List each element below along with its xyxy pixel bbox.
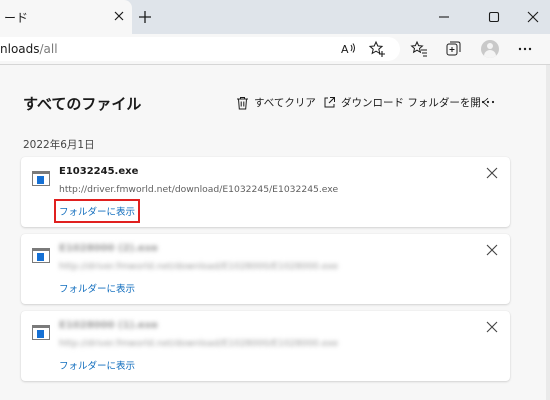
- tab-downloads[interactable]: ード: [0, 0, 132, 34]
- favorites-icon[interactable]: [410, 40, 428, 58]
- exe-file-icon: [32, 248, 50, 263]
- close-window-icon[interactable]: [525, 9, 541, 25]
- clear-all-button[interactable]: すべてクリア: [236, 95, 316, 110]
- svg-text:A: A: [341, 43, 349, 56]
- address-url[interactable]: nloads/all: [0, 42, 58, 56]
- close-icon[interactable]: [113, 10, 125, 22]
- show-in-folder-link[interactable]: フォルダーに表示: [59, 358, 135, 372]
- show-in-folder-link[interactable]: フォルダーに表示: [53, 199, 141, 223]
- close-icon[interactable]: [486, 244, 498, 256]
- close-icon[interactable]: [486, 321, 498, 333]
- scrollbar-track[interactable]: [546, 65, 550, 400]
- profile-icon[interactable]: [481, 40, 499, 58]
- download-item: E1028000 (2).exe http://driver.fmworld.n…: [21, 234, 510, 304]
- url-path: /all: [39, 42, 58, 56]
- download-url: http://driver.fmworld.net/download/E1028…: [59, 338, 339, 349]
- exe-file-icon: [32, 325, 50, 340]
- trash-icon: [237, 96, 248, 109]
- open-folder-label: ダウンロード フォルダーを開く: [341, 97, 492, 109]
- date-group-label: 2022年6月1日: [23, 139, 95, 151]
- exe-file-icon: [32, 171, 50, 186]
- open-downloads-folder-button[interactable]: ダウンロード フォルダーを開く: [323, 95, 491, 110]
- download-item: E1028000 (1).exe http://driver.fmworld.n…: [21, 311, 510, 381]
- downloads-page: すべてのファイル すべてクリア ダウンロード フォルダーを開く 2022年6月1…: [0, 65, 550, 400]
- tab-title: ード: [4, 11, 29, 25]
- page-title: すべてのファイル: [23, 95, 142, 113]
- url-host: nloads: [0, 42, 40, 56]
- close-icon[interactable]: [486, 167, 498, 179]
- star-plus-icon[interactable]: [368, 40, 386, 58]
- show-in-folder-link[interactable]: フォルダーに表示: [59, 281, 135, 295]
- download-filename[interactable]: E1028000 (1).exe: [59, 320, 158, 331]
- minimize-icon[interactable]: [436, 9, 452, 25]
- address-bar[interactable]: nloads/all A: [0, 37, 400, 61]
- collections-icon[interactable]: [445, 40, 463, 58]
- tab-strip: ード: [0, 0, 550, 34]
- download-item: E1032245.exe http://driver.fmworld.net/d…: [21, 157, 510, 227]
- download-filename[interactable]: E1028000 (2).exe: [59, 243, 158, 254]
- clear-all-label: すべてクリア: [254, 97, 316, 109]
- open-external-icon: [324, 97, 335, 108]
- more-icon[interactable]: [516, 40, 534, 58]
- more-options-icon[interactable]: [480, 94, 496, 110]
- download-url: http://driver.fmworld.net/download/E1028…: [59, 261, 339, 272]
- plus-icon[interactable]: [138, 10, 152, 24]
- download-filename[interactable]: E1032245.exe: [59, 166, 138, 177]
- download-url: http://driver.fmworld.net/download/E1032…: [59, 184, 339, 195]
- maximize-icon[interactable]: [486, 9, 502, 25]
- toolbar: nloads/all A: [0, 34, 550, 64]
- read-aloud-icon[interactable]: A: [340, 40, 358, 58]
